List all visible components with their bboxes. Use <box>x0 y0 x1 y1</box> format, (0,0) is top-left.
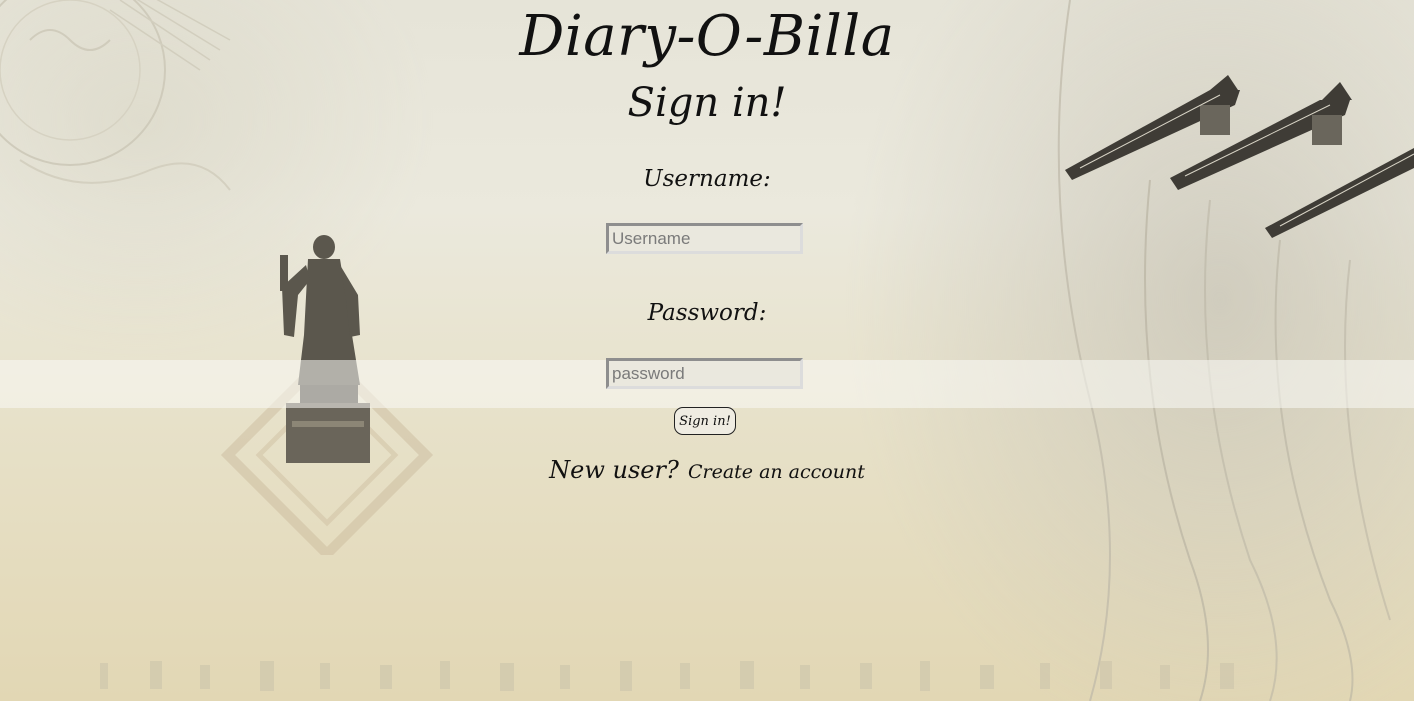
password-input[interactable] <box>606 358 803 389</box>
signin-button[interactable]: Sign in! <box>674 407 736 435</box>
password-label: Password: <box>647 300 767 326</box>
background-faded-glyphs <box>60 655 1360 701</box>
statue-icon <box>220 235 434 562</box>
create-account-link[interactable]: Create an account <box>688 461 865 483</box>
background-statue <box>220 225 435 562</box>
new-user-line: New user? Create an account <box>0 456 1414 484</box>
username-label: Username: <box>643 166 771 192</box>
username-input[interactable] <box>606 223 803 254</box>
signin-heading: Sign in! <box>627 80 787 126</box>
site-title: Diary-O-Billa <box>519 4 895 69</box>
new-user-text: New user? <box>549 456 679 484</box>
